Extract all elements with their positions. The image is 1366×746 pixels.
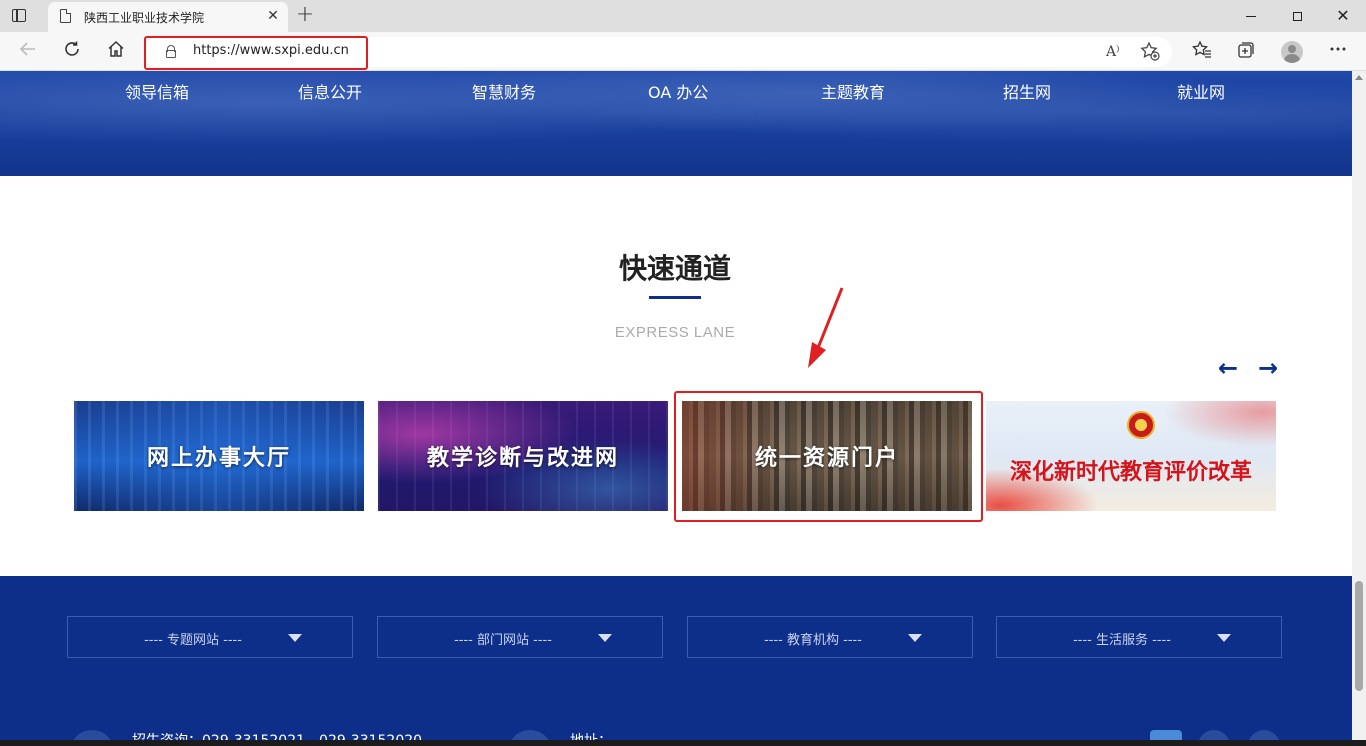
title-underline [649, 296, 701, 299]
nav-item-info-disclosure[interactable]: 信息公开 [298, 79, 362, 103]
banner: 领导信箱 信息公开 智慧财务 OA 办公 主题教育 招生网 就业网 [0, 71, 1352, 176]
dropdown-department-sites[interactable]: ---- 部门网站 ---- [377, 616, 663, 658]
minimize-button[interactable] [1236, 4, 1266, 28]
browser-tab[interactable]: 陕西工业职业技术学院 ✕ [48, 2, 288, 32]
card-highlight [674, 391, 983, 522]
dropdown-special-sites[interactable]: ---- 专题网站 ---- [67, 616, 353, 658]
add-favorite-icon[interactable] [1140, 41, 1160, 66]
window-close-button[interactable]: ✕ [1328, 4, 1358, 28]
card-label: 深化新时代教育评价改革 [1009, 460, 1252, 485]
maximize-button[interactable] [1282, 4, 1312, 28]
dropdown-life-services[interactable]: ---- 生活服务 ---- [996, 616, 1282, 658]
page-scrollbar[interactable] [1352, 71, 1366, 746]
favorites-icon[interactable] [1190, 40, 1214, 64]
nav-item-admissions[interactable]: 招生网 [1003, 79, 1051, 103]
chevron-down-icon [288, 634, 302, 642]
home-button[interactable] [104, 40, 128, 64]
section-title: 快速通道 [618, 252, 731, 285]
collections-icon[interactable] [1234, 40, 1258, 64]
dropdown-label: ---- 教育机构 ---- [764, 633, 862, 648]
chevron-down-icon [1217, 634, 1231, 642]
carousel-prev-button[interactable]: ← [1213, 356, 1243, 380]
reload-button[interactable] [60, 40, 84, 64]
nav-item-employment[interactable]: 就业网 [1177, 79, 1225, 103]
dropdown-label: ---- 部门网站 ---- [454, 633, 552, 648]
more-icon[interactable] [1326, 40, 1350, 64]
profile-icon[interactable] [1280, 40, 1304, 64]
back-icon [19, 42, 35, 56]
card-online-service-hall[interactable]: 网上办事大厅 [74, 401, 364, 511]
chevron-down-icon [598, 634, 612, 642]
address-bar-highlight [144, 36, 368, 70]
back-button[interactable] [16, 40, 40, 64]
reload-icon [65, 41, 79, 56]
taskbar-strip [0, 740, 1366, 746]
card-education-evaluation-reform[interactable]: 深化新时代教育评价改革 [986, 401, 1276, 511]
footer: ---- 专题网站 ---- ---- 部门网站 ---- ---- 教育机构 … [0, 576, 1352, 746]
scroll-up-icon[interactable] [1355, 75, 1363, 80]
nav-item-theme-education[interactable]: 主题教育 [821, 79, 885, 103]
nav-item-leader-mailbox[interactable]: 领导信箱 [125, 79, 189, 103]
chevron-down-icon [908, 634, 922, 642]
tab-bar: 陕西工业职业技术学院 ✕ + ✕ [0, 0, 1366, 32]
dropdown-education-institutions[interactable]: ---- 教育机构 ---- [687, 616, 973, 658]
web-page: 领导信箱 信息公开 智慧财务 OA 办公 主题教育 招生网 就业网 快速通道 E… [0, 71, 1352, 746]
dropdown-label: ---- 专题网站 ---- [144, 633, 242, 648]
carousel-next-button[interactable]: → [1253, 356, 1283, 380]
section-subtitle: EXPRESS LANE [614, 324, 736, 341]
read-aloud-icon[interactable]: A⁾ [1106, 44, 1120, 60]
nav-item-oa-office[interactable]: OA 办公 [648, 79, 708, 103]
tab-close-button[interactable]: ✕ [264, 7, 282, 25]
tab-actions-icon[interactable] [10, 7, 30, 25]
scrollbar-thumb[interactable] [1355, 581, 1363, 691]
tab-title: 陕西工业职业技术学院 [84, 11, 205, 25]
card-label: 教学诊断与改进网 [426, 446, 619, 471]
banner-nav: 领导信箱 信息公开 智慧财务 OA 办公 主题教育 招生网 就业网 [0, 79, 1352, 103]
card-label: 网上办事大厅 [146, 446, 291, 471]
new-tab-button[interactable]: + [294, 3, 316, 27]
home-icon [108, 40, 124, 57]
page-icon [60, 9, 71, 23]
card-teaching-diagnosis[interactable]: 教学诊断与改进网 [378, 401, 668, 511]
nav-item-smart-finance[interactable]: 智慧财务 [472, 79, 536, 103]
red-arrow-annotation [808, 287, 844, 368]
dropdown-label: ---- 生活服务 ---- [1073, 633, 1171, 648]
